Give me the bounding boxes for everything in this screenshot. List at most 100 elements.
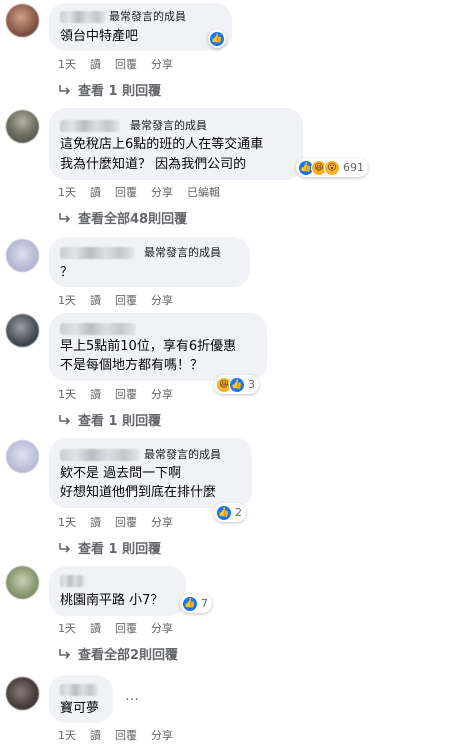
avatar[interactable]	[6, 239, 39, 272]
comment-actions: 1天 讀 回覆 分享	[58, 292, 173, 308]
reaction-summary[interactable]: 👍	[208, 29, 226, 48]
read-button[interactable]: 讀	[90, 386, 101, 402]
avatar[interactable]	[6, 440, 39, 473]
comment-actions: 1天 讀 回覆 分享	[58, 56, 173, 72]
comment-text-line: 不是每個地方都有嗎！？	[60, 358, 204, 373]
author-name[interactable]	[60, 449, 140, 461]
reaction-count: 2	[235, 506, 242, 519]
read-button[interactable]: 讀	[90, 727, 101, 743]
like-icon: 👍	[182, 595, 198, 612]
top-fan-badge[interactable]: 最常發言的成員	[144, 448, 221, 461]
comment-bubble: 最常發言的成員 這免稅店上6點的班的人在等交通車 我為什麼知道？ 因為我們公司的	[49, 108, 303, 180]
timestamp[interactable]: 1天	[58, 386, 76, 402]
view-replies-label: 查看全部2則回覆	[78, 648, 179, 663]
author-name[interactable]	[60, 575, 85, 587]
comment-actions: 1天 讀 回覆 分享	[58, 514, 173, 530]
edited-label: 已編輯	[187, 186, 220, 199]
like-icon: 👍	[209, 30, 225, 47]
read-button[interactable]: 讀	[90, 620, 101, 636]
share-button[interactable]: 分享	[151, 292, 173, 308]
read-button[interactable]: 讀	[90, 514, 101, 530]
read-button[interactable]: 讀	[90, 292, 101, 308]
reply-button[interactable]: 回覆	[115, 292, 137, 308]
view-replies-label: 查看 1 則回覆	[78, 84, 162, 99]
reply-button[interactable]: 回覆	[115, 386, 137, 402]
timestamp[interactable]: 1天	[58, 514, 76, 530]
comment-bubble: 最常發言的成員 領台中特產吧	[49, 3, 232, 51]
reply-button[interactable]: 回覆	[115, 56, 137, 72]
avatar[interactable]	[6, 4, 39, 37]
reply-arrow-icon	[59, 648, 71, 659]
read-button[interactable]: 讀	[90, 56, 101, 72]
timestamp[interactable]: 1天	[58, 292, 76, 308]
reaction-count: 3	[248, 378, 255, 391]
comment-text-line: 好想知道他們到底在排什麼	[60, 485, 217, 500]
comment-text-line: 欸不是 過去問一下啊	[60, 466, 182, 481]
top-fan-badge[interactable]: 最常發言的成員	[109, 10, 186, 23]
reply-button[interactable]: 回覆	[115, 620, 137, 636]
view-replies-link[interactable]: 查看全部48則回覆	[58, 208, 187, 227]
comment-bubble: 最常發言的成員 ？	[49, 237, 250, 287]
view-replies-label: 查看全部48則回覆	[78, 212, 188, 227]
share-button[interactable]: 分享	[151, 386, 173, 402]
share-button[interactable]: 分享	[151, 184, 173, 200]
comment-bubble: 最常發言的成員 欸不是 過去問一下啊 好想知道他們到底在排什麼	[49, 438, 252, 508]
share-button[interactable]: 分享	[151, 620, 173, 636]
more-options-button[interactable]: …	[125, 688, 140, 704]
timestamp[interactable]: 1天	[58, 727, 76, 743]
read-button[interactable]: 讀	[90, 184, 101, 200]
comment-bubble: 寶可夢	[49, 675, 113, 723]
view-replies-label: 查看 1 則回覆	[78, 414, 162, 429]
view-replies-link[interactable]: 查看 1 則回覆	[58, 410, 161, 429]
comment-actions: 1天 讀 回覆 分享 已編輯	[58, 184, 220, 200]
comment-bubble: 桃園南平路 小7？	[49, 566, 186, 616]
author-name[interactable]	[60, 323, 136, 335]
comment-text-line: 這免稅店上6點的班的人在等交通車	[60, 137, 264, 152]
reply-arrow-icon	[59, 414, 71, 425]
reply-arrow-icon	[59, 542, 71, 553]
avatar[interactable]	[6, 314, 39, 347]
reply-button[interactable]: 回覆	[115, 184, 137, 200]
reply-arrow-icon	[59, 84, 71, 95]
comment-actions: 1天 讀 回覆 分享	[58, 386, 173, 402]
timestamp[interactable]: 1天	[58, 56, 76, 72]
comment-actions: 1天 讀 回覆 分享	[58, 727, 173, 743]
comment-bubble: 早上5點前10位，享有6折優惠 不是每個地方都有嗎！？	[49, 313, 267, 381]
reply-button[interactable]: 回覆	[115, 514, 137, 530]
reply-button[interactable]: 回覆	[115, 727, 137, 743]
comment-text-line: 桃園南平路 小7？	[60, 593, 164, 608]
avatar[interactable]	[6, 566, 39, 599]
comment-text-line: ？	[60, 265, 74, 280]
author-name[interactable]	[60, 11, 106, 23]
comment-text-line: 我為什麼知道？ 因為我們公司的	[60, 157, 247, 172]
share-button[interactable]: 分享	[151, 727, 173, 743]
comment-actions: 1天 讀 回覆 分享	[58, 620, 173, 636]
top-fan-badge[interactable]: 最常發言的成員	[130, 119, 207, 132]
view-replies-label: 查看 1 則回覆	[78, 542, 162, 557]
top-fan-badge[interactable]: 最常發言的成員	[144, 246, 221, 259]
reaction-summary[interactable]: 👍 2	[214, 503, 246, 522]
comment-text-line: 早上5點前10位，享有6折優惠	[60, 339, 237, 354]
reaction-summary[interactable]: 👍 7	[180, 594, 212, 613]
author-name[interactable]	[60, 120, 120, 132]
reaction-count: 691	[343, 161, 364, 174]
view-replies-link[interactable]: 查看全部2則回覆	[58, 644, 178, 663]
view-replies-link[interactable]: 查看 1 則回覆	[58, 80, 161, 99]
wow-icon: 😮	[324, 159, 340, 176]
reply-arrow-icon	[59, 212, 71, 223]
timestamp[interactable]: 1天	[58, 620, 76, 636]
view-replies-link[interactable]: 查看 1 則回覆	[58, 538, 161, 557]
share-button[interactable]: 分享	[151, 514, 173, 530]
share-button[interactable]: 分享	[151, 56, 173, 72]
like-icon: 👍	[216, 504, 232, 521]
reaction-summary[interactable]: 👍 😆 😮 691	[296, 158, 368, 177]
avatar[interactable]	[6, 110, 39, 143]
author-name[interactable]	[60, 247, 135, 259]
like-icon: 👍	[229, 376, 245, 393]
comment-text-line: 寶可夢	[60, 701, 100, 716]
reaction-summary[interactable]: 😆 👍 3	[214, 375, 259, 394]
author-name[interactable]	[60, 684, 98, 696]
avatar[interactable]	[6, 677, 39, 710]
timestamp[interactable]: 1天	[58, 184, 76, 200]
reaction-count: 7	[201, 597, 208, 610]
